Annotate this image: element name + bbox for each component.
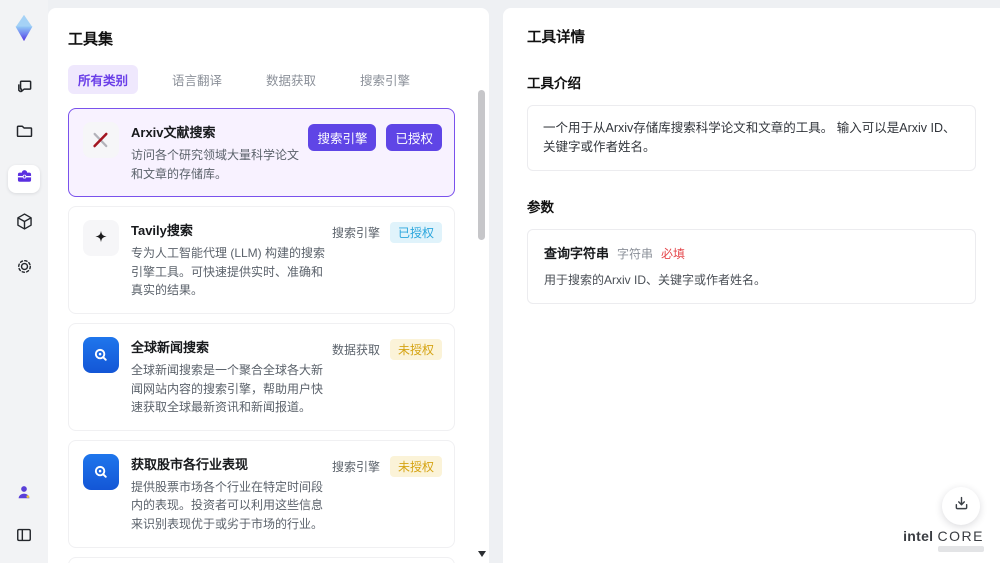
sidebar-item-tools[interactable] [8, 165, 40, 193]
sidebar-item-collapse[interactable] [8, 523, 40, 551]
tool-description: 提供股票市场各个行业在特定时间段内的表现。投资者可以利用这些信息来识别表现优于或… [131, 479, 324, 531]
tool-card-tavily[interactable]: Tavily搜索 专为人工智能代理 (LLM) 构建的搜索引擎工具。可快速提供实… [68, 206, 455, 314]
param-description: 用于搜索的Arxiv ID、关键字或作者姓名。 [544, 272, 767, 287]
package-icon [14, 211, 35, 237]
tool-card-arxiv[interactable]: Arxiv文献搜索 访问各个研究领域大量科学论文和文章的存储库。 搜索引擎 已授… [68, 108, 455, 198]
tool-name: Tavily搜索 [131, 223, 193, 239]
status-badge: 未授权 [389, 338, 442, 360]
tool-description: 专为人工智能代理 (LLM) 构建的搜索引擎工具。可快速提供实时、准确和真实的结… [131, 246, 326, 298]
category-label: 搜索引擎 [331, 459, 380, 474]
tools-panel-title: 工具集 [68, 31, 114, 48]
tool-name: 获取股市各行业表现 [131, 456, 249, 472]
category-label: 数据获取 [331, 342, 380, 357]
sidebar-item-account[interactable] [8, 480, 40, 508]
blue-search-icon [83, 453, 119, 490]
tool-card-global-news[interactable]: 全球新闻搜索 全球新闻搜索是一个聚合全球各大新闻网站内容的搜索引擎，帮助用户快速… [68, 322, 455, 431]
tool-name: Arxiv文献搜索 [131, 125, 216, 140]
tab-all-categories[interactable]: 所有类别 [68, 65, 139, 94]
params-heading: 参数 [527, 199, 554, 215]
param-item: 查询字符串 字符串 必填 用于搜索的Arxiv ID、关键字或作者姓名。 [527, 228, 976, 304]
chat-icon [14, 76, 35, 102]
intel-core-logo: intel CORE [903, 529, 984, 552]
intel-sub-badge [938, 546, 984, 552]
tool-description: 全球新闻搜索是一个聚合全球各大新闻网站内容的搜索引擎，帮助用户快速获取全球最新资… [131, 362, 324, 415]
user-avatar-icon [14, 482, 34, 507]
tools-list-panel: 工具集 所有类别 语言翻译 数据获取 搜索引擎 Arxiv文献搜索 访问各个研究… [48, 8, 489, 563]
download-button[interactable] [942, 487, 980, 525]
core-brand-text: CORE [937, 528, 984, 544]
tool-list: Arxiv文献搜索 访问各个研究领域大量科学论文和文章的存储库。 搜索引擎 已授… [68, 108, 469, 563]
detail-panel-title: 工具详情 [527, 30, 585, 46]
sidebar-item-settings[interactable] [8, 255, 40, 283]
tool-intro-text: 一个用于从Arxiv存储库搜索科学论文和文章的工具。 输入可以是Arxiv ID… [527, 105, 976, 171]
tab-language-translation[interactable]: 语言翻译 [162, 65, 232, 94]
param-name: 查询字符串 [544, 245, 610, 261]
tool-card-active-stocks[interactable]: 获取市场最活跃股票信息 提供当天交易量最高的股票列表，投资者可以利用这些信息来识… [68, 556, 455, 563]
status-badge: 已授权 [389, 222, 442, 244]
tool-detail-panel: 工具详情 工具介绍 一个用于从Arxiv存储库搜索科学论文和文章的工具。 输入可… [503, 8, 1000, 563]
download-icon [952, 494, 971, 518]
status-badge: 已授权 [386, 124, 442, 151]
param-required-flag: 必填 [661, 246, 686, 261]
category-tabs: 所有类别 语言翻译 数据获取 搜索引擎 [68, 65, 469, 94]
arxiv-icon [83, 122, 119, 158]
icon-sidebar [0, 0, 48, 563]
sidebar-item-packages[interactable] [8, 210, 40, 238]
blue-search-icon [83, 336, 119, 373]
tool-name: 全球新闻搜索 [131, 339, 210, 355]
status-badge: 未授权 [389, 455, 442, 477]
app-window: 工具集 所有类别 语言翻译 数据获取 搜索引擎 Arxiv文献搜索 访问各个研究… [0, 0, 1000, 563]
intro-heading: 工具介绍 [527, 76, 581, 91]
tab-data-fetch[interactable]: 数据获取 [256, 65, 326, 94]
sidebar-item-files[interactable] [8, 120, 40, 148]
folder-icon [14, 121, 35, 147]
scrollbar-thumb[interactable] [478, 90, 485, 240]
sidebar-bottom [8, 480, 40, 551]
tab-search-engine[interactable]: 搜索引擎 [350, 65, 420, 94]
category-label: 搜索引擎 [331, 226, 380, 241]
app-logo-icon [9, 13, 39, 43]
param-type: 字符串 [617, 246, 654, 261]
scrollbar-down-arrow-icon[interactable] [478, 551, 486, 557]
sidebar-nav [8, 75, 40, 283]
settings-gear-icon [14, 256, 35, 282]
list-scrollbar[interactable] [478, 18, 486, 561]
tool-description: 访问各个研究领域大量科学论文和文章的存储库。 [131, 148, 300, 181]
toolbox-icon [14, 166, 35, 192]
content-area: 工具集 所有类别 语言翻译 数据获取 搜索引擎 Arxiv文献搜索 访问各个研究… [48, 0, 1000, 563]
intel-brand-text: intel [903, 528, 934, 544]
tool-card-sector-performance[interactable]: 获取股市各行业表现 提供股票市场各个行业在特定时间段内的表现。投资者可以利用这些… [68, 439, 455, 548]
category-badge: 搜索引擎 [308, 124, 377, 151]
sidebar-item-chat[interactable] [8, 75, 40, 103]
tavily-star-icon [83, 220, 119, 257]
collapse-panel-icon [14, 525, 34, 550]
